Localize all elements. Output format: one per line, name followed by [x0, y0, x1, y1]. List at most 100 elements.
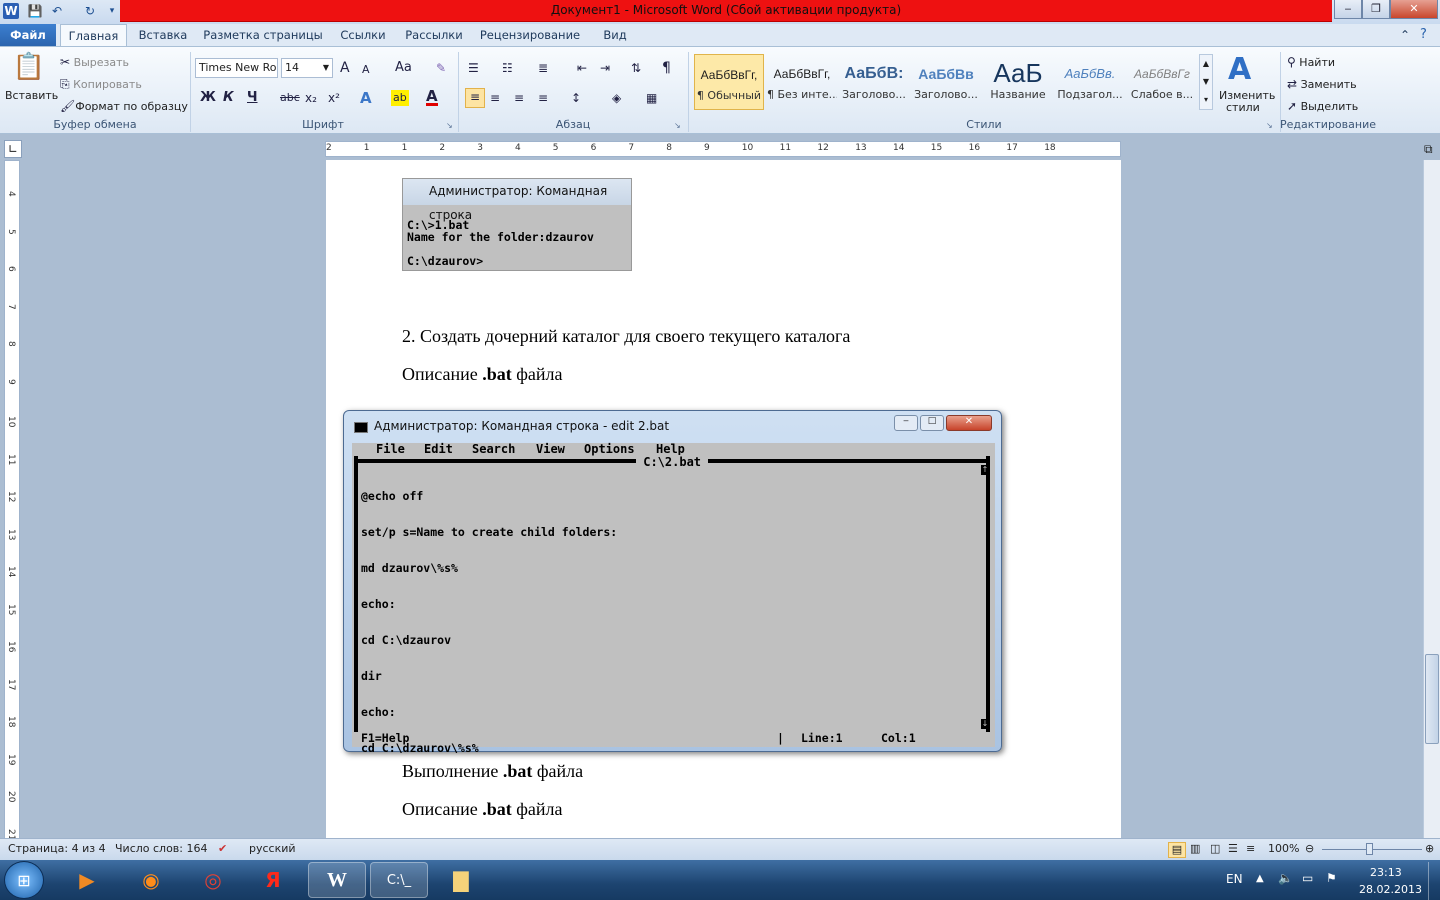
start-button[interactable]: ⊞	[4, 861, 44, 899]
dialog-launcher-icon[interactable]: ↘	[1266, 121, 1273, 130]
align-left-icon[interactable]: ≡	[465, 88, 485, 108]
restore-button[interactable]: ❐	[1362, 0, 1390, 19]
bold-button[interactable]: Ж	[200, 90, 216, 106]
shrink-font-icon[interactable]: A	[362, 62, 370, 78]
firefox-icon[interactable]: ◉	[122, 862, 180, 898]
show-formatting-icon[interactable]: ¶	[662, 60, 671, 76]
undo-icon[interactable]: ↶	[49, 3, 65, 19]
cut-button[interactable]: ✂ Вырезать	[60, 54, 129, 70]
clock-date[interactable]: 28.02.2013	[1359, 883, 1422, 896]
zoom-out-icon[interactable]: ⊖	[1305, 842, 1314, 855]
highlight-button[interactable]: ab	[391, 90, 409, 106]
tab-file[interactable]: Файл	[0, 24, 56, 47]
font-name-combo[interactable]: Times New Ro	[195, 58, 278, 78]
style-no-spacing[interactable]: АаБбВвГг, ¶ Без инте...	[767, 54, 837, 110]
clock-time[interactable]: 23:13	[1370, 866, 1402, 879]
style-subtitle[interactable]: АаБбВв. Подзагол...	[1055, 54, 1125, 110]
font-color-button[interactable]: A	[426, 89, 438, 106]
full-screen-reading-icon[interactable]: ▥	[1190, 842, 1200, 855]
word-icon[interactable]: W	[3, 3, 19, 19]
action-center-icon[interactable]: ⚑	[1326, 871, 1337, 885]
align-right-icon[interactable]: ≡	[514, 90, 524, 106]
subscript-button[interactable]: x₂	[305, 90, 317, 106]
view-ruler-icon[interactable]: ⧉	[1424, 142, 1433, 157]
sort-icon[interactable]: ⇅	[631, 60, 641, 76]
tab-mailings[interactable]: Рассылки	[398, 24, 470, 47]
styles-scroll[interactable]: ▲ ▼ ▾	[1199, 54, 1213, 110]
align-center-icon[interactable]: ≡	[490, 90, 500, 106]
style-subtle-emphasis[interactable]: АаБбВвГг Слабое в...	[1127, 54, 1197, 110]
tab-insert[interactable]: Вставка	[132, 24, 194, 47]
chrome-icon[interactable]: ◎	[184, 862, 242, 898]
tab-review[interactable]: Рецензирование	[474, 24, 586, 47]
help-icon[interactable]: ?	[1420, 27, 1427, 42]
underline-button[interactable]: Ч	[247, 90, 258, 106]
horizontal-ruler[interactable]: 2 1 1 2 3 4 5 6 7 8 9 10 11 12 13 14 15 16 17 18	[325, 141, 1121, 157]
increase-indent-icon[interactable]: ⇥	[600, 60, 610, 76]
language-indicator[interactable]: русский	[249, 842, 296, 855]
page-indicator[interactable]: Страница: 4 из 4	[8, 842, 106, 855]
zoom-level[interactable]: 100%	[1268, 842, 1299, 855]
bullets-icon[interactable]: ☰	[468, 60, 479, 76]
network-icon[interactable]: ▭	[1302, 871, 1313, 885]
decrease-indent-icon[interactable]: ⇤	[577, 60, 587, 76]
font-size-combo[interactable]: 14 ▼	[281, 58, 333, 78]
minimize-button[interactable]: ‒	[1334, 0, 1362, 19]
text-effects-icon[interactable]: A	[360, 90, 372, 106]
word-count[interactable]: Число слов: 164	[115, 842, 208, 855]
web-layout-icon[interactable]: ◫	[1210, 842, 1220, 855]
paste-icon[interactable]: 📋	[12, 52, 46, 88]
line-spacing-icon[interactable]: ↕	[571, 90, 581, 106]
dialog-launcher-icon[interactable]: ↘	[674, 121, 681, 130]
format-painter-button[interactable]: 🖌Формат по образцу	[60, 98, 188, 114]
vertical-scrollbar[interactable]	[1423, 160, 1440, 840]
grow-font-icon[interactable]: A	[340, 60, 350, 76]
strikethrough-button[interactable]: abc	[280, 90, 300, 106]
change-styles-icon[interactable]: A	[1228, 52, 1251, 87]
justify-icon[interactable]: ≡	[538, 90, 548, 106]
tab-page-layout[interactable]: Разметка страницы	[198, 24, 328, 47]
style-title[interactable]: АаБ Название	[983, 54, 1053, 110]
zoom-slider-thumb[interactable]	[1366, 843, 1373, 855]
tab-view[interactable]: Вид	[590, 24, 640, 47]
yandex-icon[interactable]: Я	[244, 862, 302, 898]
tab-home[interactable]: Главная	[60, 24, 127, 47]
superscript-button[interactable]: x²	[328, 90, 340, 106]
cmd-icon[interactable]: C:\_	[370, 862, 428, 898]
shading-icon[interactable]: ◈	[612, 90, 621, 106]
style-heading-2[interactable]: АаБбВв Заголово...	[911, 54, 981, 110]
explorer-icon[interactable]: ▇	[432, 862, 490, 898]
find-button[interactable]: ⚲ Найти	[1287, 54, 1335, 70]
collapse-ribbon-icon[interactable]: ⌃	[1400, 28, 1410, 42]
numbering-icon[interactable]: ☷	[502, 60, 513, 76]
zoom-in-icon[interactable]: ⊕	[1425, 842, 1434, 855]
save-icon[interactable]: 💾	[27, 3, 43, 19]
close-button[interactable]: ✕	[1390, 0, 1438, 19]
media-player-icon[interactable]: ▶	[58, 862, 116, 898]
print-layout-icon[interactable]: ▤	[1168, 842, 1186, 858]
draft-icon[interactable]: ≡	[1246, 842, 1255, 855]
paste-button[interactable]: Вставить	[5, 89, 58, 102]
copy-button[interactable]: ⎘ Копировать	[60, 76, 142, 92]
style-heading-1[interactable]: АаБбВ: Заголово...	[839, 54, 909, 110]
redo-icon[interactable]: ↻	[82, 3, 98, 19]
borders-icon[interactable]: ▦	[646, 90, 657, 106]
outline-icon[interactable]: ☰	[1228, 842, 1238, 855]
vertical-ruler[interactable]: 45678910111213141516171819202122	[4, 160, 20, 877]
show-desktop-button[interactable]	[1428, 862, 1440, 900]
style-normal[interactable]: АаБбВвГг, ¶ Обычный	[694, 54, 764, 110]
tray-expand-icon[interactable]: ▲	[1256, 873, 1264, 884]
proofing-icon[interactable]: ✔	[218, 842, 227, 855]
language-bar[interactable]: EN	[1226, 872, 1243, 886]
multilevel-list-icon[interactable]: ≣	[538, 60, 548, 76]
scroll-thumb[interactable]	[1425, 654, 1439, 744]
word-icon[interactable]: W	[308, 862, 366, 898]
volume-icon[interactable]: 🔈	[1278, 871, 1293, 885]
change-case-icon[interactable]: Aa	[395, 60, 412, 76]
select-button[interactable]: ➚ Выделить	[1287, 98, 1358, 114]
italic-button[interactable]: К	[223, 90, 234, 106]
customize-qat-icon[interactable]: ▾	[104, 3, 120, 19]
replace-button[interactable]: ⇄ Заменить	[1287, 76, 1357, 92]
dialog-launcher-icon[interactable]: ↘	[446, 121, 453, 130]
tab-references[interactable]: Ссылки	[332, 24, 394, 47]
